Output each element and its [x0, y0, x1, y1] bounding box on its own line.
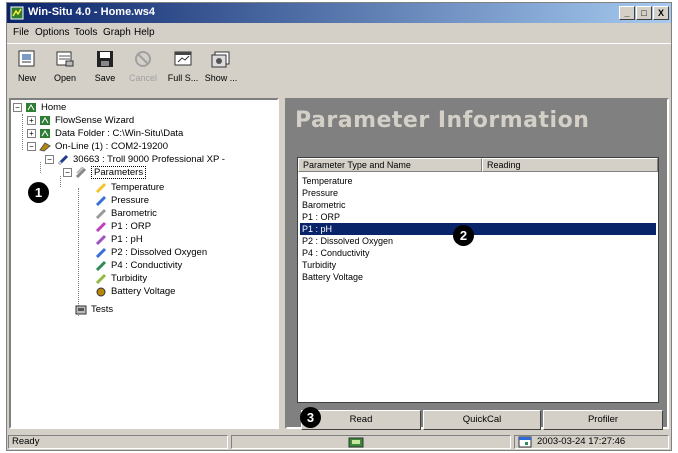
- new-button[interactable]: New: [9, 49, 45, 91]
- save-button-label: Save: [94, 73, 116, 83]
- cancel-icon: [135, 51, 151, 67]
- open-button-label: Open: [53, 73, 77, 83]
- wizard-icon: [40, 115, 50, 125]
- conductivity-probe-icon: [95, 260, 107, 271]
- parameter-info-panel: Parameter Information Parameter Type and…: [285, 98, 669, 430]
- device-collapse-toggle[interactable]: −: [45, 155, 54, 164]
- status-bar: Ready 2003-03-24 17:27:46: [7, 433, 671, 450]
- new-button-label: New: [17, 73, 36, 83]
- tree-item-data-folder[interactable]: Data Folder : C:\Win-Situ\Data: [39, 127, 183, 140]
- temperature-probe-icon: [95, 182, 107, 193]
- status-panel-connection: [231, 435, 511, 449]
- full-screen-icon: [174, 51, 192, 66]
- tree-item-home[interactable]: Home: [25, 101, 66, 114]
- cancel-button[interactable]: Cancel: [125, 49, 161, 91]
- tree-item-pressure[interactable]: Pressure: [95, 194, 149, 207]
- show-button-label: Show ...: [204, 73, 238, 83]
- save-disk-icon: [97, 51, 113, 67]
- minimize-button[interactable]: _: [619, 6, 635, 20]
- list-item[interactable]: Battery Voltage: [300, 271, 656, 283]
- show-button[interactable]: Show ...: [203, 49, 239, 91]
- tree-item-flowsense[interactable]: FlowSense Wizard: [39, 114, 134, 127]
- navigation-tree[interactable]: − Home + FlowSense Wizard + Data Folder …: [9, 98, 279, 429]
- tree-item-turbidity[interactable]: Turbidity: [95, 272, 147, 285]
- orp-probe-icon: [95, 221, 107, 232]
- menu-file[interactable]: File: [13, 27, 29, 38]
- tree-item-orp[interactable]: P1 : ORP: [95, 220, 151, 233]
- connection-icon: [39, 142, 51, 152]
- online-collapse-toggle[interactable]: −: [27, 142, 36, 151]
- pressure-probe-icon: [95, 195, 107, 206]
- tree-item-ph[interactable]: P1 : pH: [95, 233, 143, 246]
- tree-item-temperature[interactable]: Temperature: [95, 181, 164, 194]
- tree-item-battery-voltage[interactable]: Battery Voltage: [95, 285, 175, 298]
- parameter-list[interactable]: Parameter Type and Name Reading Temperat…: [297, 157, 659, 403]
- toolbar: New Open Save Cancel Full S... Show ...: [7, 43, 671, 93]
- panel-title: Parameter Information: [295, 108, 590, 133]
- app-icon: [10, 6, 24, 20]
- menu-graph[interactable]: Graph: [103, 27, 131, 38]
- full-screen-button-label: Full S...: [167, 73, 199, 83]
- calendar-icon: [518, 436, 532, 448]
- tree-item-dissolved-oxygen[interactable]: P2 : Dissolved Oxygen: [95, 246, 207, 259]
- parameters-collapse-toggle[interactable]: −: [63, 168, 72, 177]
- ph-probe-icon: [95, 234, 107, 245]
- callout-marker-1: 1: [28, 182, 49, 203]
- maximize-button[interactable]: □: [636, 6, 652, 20]
- probe-icon: [57, 154, 69, 165]
- list-item[interactable]: P2 : Dissolved Oxygen: [300, 235, 656, 247]
- quickcal-button[interactable]: QuickCal: [423, 410, 541, 430]
- parameters-icon: [75, 166, 87, 178]
- list-item-selected[interactable]: P1 : pH: [300, 223, 656, 235]
- menu-bar: File Options Tools Graph Help: [7, 24, 671, 42]
- tree-item-parameters[interactable]: Parameters: [75, 166, 147, 179]
- save-button[interactable]: Save: [87, 49, 123, 91]
- list-item[interactable]: P1 : ORP: [300, 211, 656, 223]
- list-item[interactable]: Temperature: [300, 175, 656, 187]
- tree-item-device[interactable]: 30663 : Troll 9000 Professional XP -: [57, 153, 225, 166]
- tests-icon: [75, 305, 87, 315]
- tree-item-tests[interactable]: Tests: [75, 303, 113, 316]
- status-datetime-panel: 2003-03-24 17:27:46: [514, 435, 669, 449]
- new-file-icon: [18, 50, 35, 67]
- menu-options[interactable]: Options: [35, 27, 69, 38]
- data-folder-icon: [40, 128, 50, 138]
- cancel-button-label: Cancel: [128, 73, 157, 83]
- list-item[interactable]: Barometric: [300, 199, 656, 211]
- full-screen-button[interactable]: Full S...: [165, 49, 201, 91]
- open-button[interactable]: Open: [47, 49, 83, 91]
- barometric-probe-icon: [95, 208, 107, 219]
- title-bar[interactable]: Win-Situ 4.0 - Home.ws4 _ □ X: [7, 3, 671, 23]
- callout-marker-2: 2: [453, 225, 474, 246]
- status-datetime: 2003-03-24 17:27:46: [537, 436, 626, 447]
- datafolder-expand-toggle[interactable]: +: [27, 129, 36, 138]
- list-item[interactable]: Pressure: [300, 187, 656, 199]
- home-collapse-toggle[interactable]: −: [13, 103, 22, 112]
- tree-item-barometric[interactable]: Barometric: [95, 207, 157, 220]
- flowsense-expand-toggle[interactable]: +: [27, 116, 36, 125]
- turbidity-probe-icon: [95, 273, 107, 284]
- close-button[interactable]: X: [653, 6, 669, 20]
- column-header-reading[interactable]: Reading: [482, 158, 658, 172]
- do-probe-icon: [95, 247, 107, 258]
- app-window: Win-Situ 4.0 - Home.ws4 _ □ X File Optio…: [6, 2, 672, 451]
- list-item[interactable]: P4 : Conductivity: [300, 247, 656, 259]
- show-icon: [211, 51, 230, 68]
- connection-status-icon: [348, 437, 364, 448]
- tree-item-online[interactable]: On-Line (1) : COM2-19200: [39, 140, 168, 153]
- list-item[interactable]: Turbidity: [300, 259, 656, 271]
- menu-help[interactable]: Help: [134, 27, 155, 38]
- open-folder-icon: [56, 51, 74, 67]
- status-text: Ready: [8, 435, 228, 449]
- column-header-name[interactable]: Parameter Type and Name: [298, 158, 482, 172]
- battery-icon: [96, 287, 106, 297]
- menu-tools[interactable]: Tools: [74, 27, 97, 38]
- callout-marker-3: 3: [300, 407, 321, 428]
- profiler-button[interactable]: Profiler: [543, 410, 663, 430]
- tree-item-conductivity[interactable]: P4 : Conductivity: [95, 259, 182, 272]
- home-icon: [26, 102, 36, 112]
- window-title: Win-Situ 4.0 - Home.ws4: [28, 6, 156, 18]
